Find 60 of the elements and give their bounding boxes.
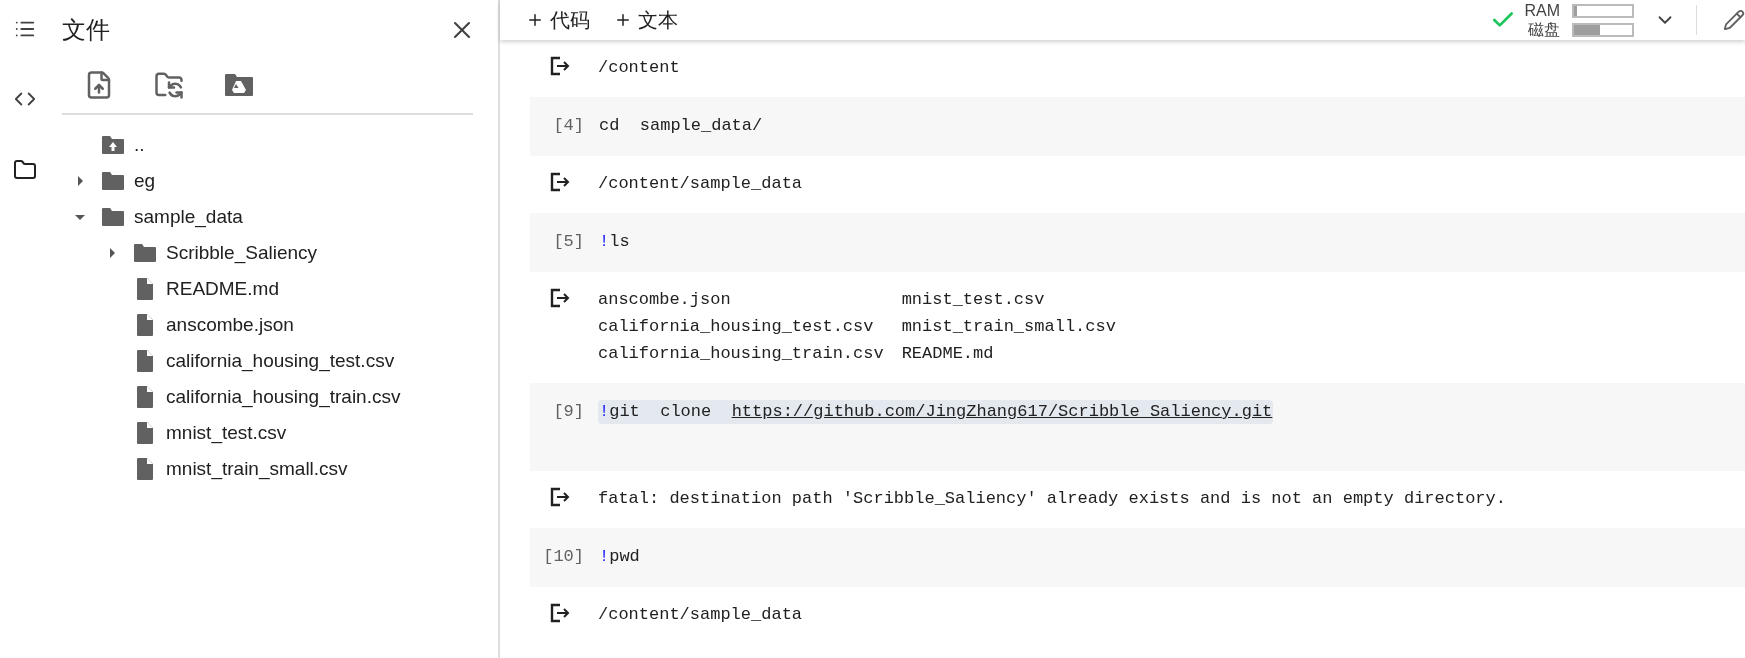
panel-title: 文件: [62, 15, 110, 45]
output-text: anscombe.json: [598, 289, 732, 311]
code-cell[interactable]: [10] !pwd: [530, 528, 1745, 587]
resource-label: 磁盘: [1527, 20, 1560, 39]
execution-count: [10]: [542, 546, 585, 568]
plus-icon: [526, 11, 544, 29]
folder-icon: [101, 207, 125, 227]
file-name[interactable]: sample_data: [134, 202, 243, 232]
code-line: cd sample_data/: [598, 115, 764, 137]
add-cell-button[interactable]: 代码: [522, 5, 594, 35]
execution-count: [5]: [552, 231, 585, 253]
expand-caret-icon[interactable]: [75, 176, 85, 186]
file-name[interactable]: california_housing_train.csv: [166, 382, 401, 412]
refresh-folder-icon[interactable]: [154, 70, 184, 100]
collapse-caret-icon[interactable]: [75, 212, 85, 222]
output-icon: [550, 603, 572, 623]
output-text: mnist_train_small.csv: [901, 316, 1116, 338]
code-cell[interactable]: [4] cd sample_data/: [530, 97, 1745, 156]
folder-up-icon: [101, 135, 125, 155]
output-text: /content/sample_data: [598, 604, 803, 626]
file-icon: [136, 349, 154, 373]
file-name[interactable]: Scribble_Saliency: [166, 238, 318, 268]
output-text: mnist_test.csv: [901, 289, 1046, 311]
file-name[interactable]: california_housing_test.csv: [166, 346, 395, 376]
execution-count: [9]: [552, 401, 585, 423]
plus-icon: [614, 11, 632, 29]
output-icon: [550, 172, 572, 192]
drive-folder-icon[interactable]: [224, 73, 254, 97]
file-icon: [136, 313, 154, 337]
add-cell-button[interactable]: 文本: [610, 5, 682, 35]
code-cell[interactable]: [5] !ls: [530, 213, 1745, 272]
expand-caret-icon[interactable]: [107, 248, 117, 258]
file-icon: [136, 385, 154, 409]
file-icon: [136, 421, 154, 445]
file-name[interactable]: anscombe.json: [166, 310, 294, 340]
code-cell[interactable]: [9] !git clone https://github.com/JingZhang617/Scribble_Saliency.git: [530, 383, 1745, 471]
folder-icon: [101, 171, 125, 191]
pencil-icon[interactable]: [1723, 9, 1745, 31]
file-name[interactable]: ..: [134, 130, 145, 160]
output-icon: [550, 56, 572, 76]
code-line: !ls: [598, 231, 631, 253]
output-text: california_housing_test.csv: [598, 316, 875, 338]
resource-label: RAM: [1524, 1, 1560, 20]
folder-icon[interactable]: [13, 158, 37, 182]
file-name[interactable]: README.md: [166, 274, 279, 304]
code-line: !pwd: [598, 546, 641, 568]
output-icon: [550, 487, 572, 507]
output-icon: [550, 288, 572, 308]
folder-icon: [133, 243, 157, 263]
file-icon: [136, 457, 154, 481]
file-icon: [136, 277, 154, 301]
file-name[interactable]: eg: [134, 166, 156, 196]
output-text: README.md: [901, 343, 995, 365]
file-name[interactable]: mnist_test.csv: [166, 418, 287, 448]
output-text: /content/sample_data: [598, 173, 803, 195]
execution-count: [4]: [552, 115, 585, 137]
output-text: california_housing_train.csv: [598, 343, 884, 365]
file-name[interactable]: mnist_train_small.csv: [166, 454, 348, 484]
output-text: /content: [598, 57, 680, 79]
output-text: fatal: destination path 'Scribble_Saliency' already exists and is not an empty directory.: [598, 488, 1506, 510]
